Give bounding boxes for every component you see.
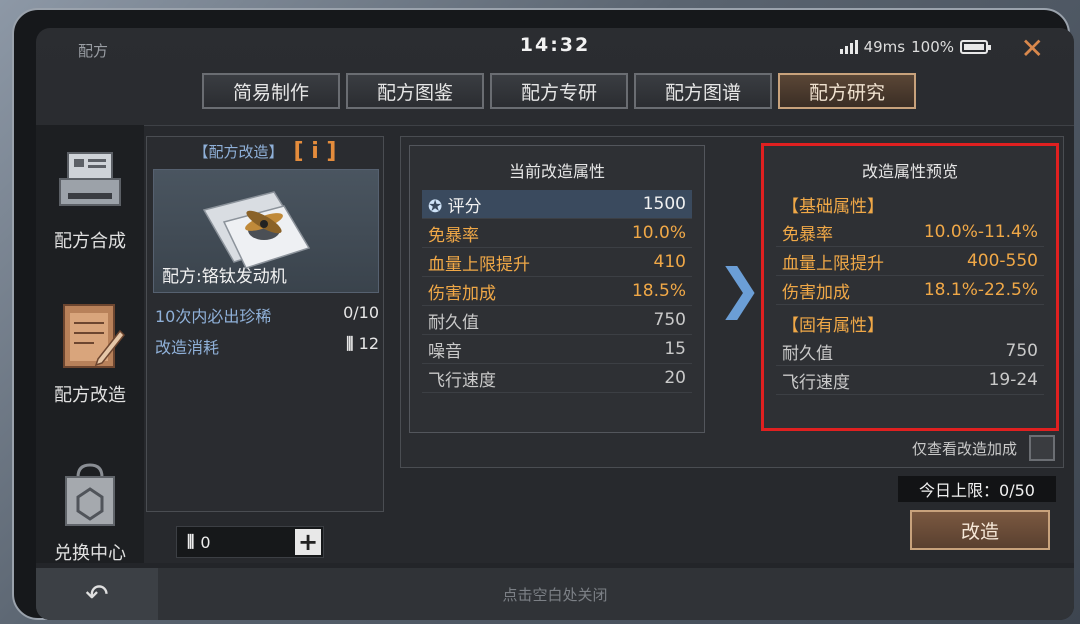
sidebar-item-label: 配方改造	[54, 385, 126, 406]
attr-label: 飞行速度	[782, 372, 850, 393]
attr-value: 410	[653, 252, 686, 272]
bottom-bar: ↶ 点击空白处关闭	[36, 568, 1074, 620]
filter-row: 仅查看改造加成	[912, 435, 1055, 461]
attr-value: 19-24	[988, 370, 1038, 390]
device-bezel: 配方 14:32 49ms 100% ✕ 简易制作 配方图鉴 配方专研 配方图谱…	[12, 8, 1074, 620]
attr-value: 18.5%	[631, 281, 686, 301]
attr-row: 伤害加成 18.1%-22.5%	[776, 276, 1044, 305]
attr-label: 飞行速度	[428, 370, 496, 391]
attr-value: 1500	[642, 194, 686, 214]
info-icon[interactable]: [ i ]	[294, 139, 337, 164]
attr-label: 伤害加成	[428, 283, 496, 304]
attr-label: 免暴率	[428, 225, 479, 246]
attr-row-score: ✪ 评分 1500	[422, 190, 692, 219]
card-title: 【配方改造】	[193, 142, 284, 161]
shopping-bag-icon	[65, 463, 115, 526]
tab-recipe-catalog[interactable]: 配方图鉴	[346, 73, 484, 109]
attr-value: 10.0%	[631, 223, 686, 243]
preview-title: 改造属性预览	[861, 162, 958, 181]
attr-label: 耐久值	[428, 312, 479, 333]
cost-row: 改造消耗 ⫼ 12	[155, 334, 379, 358]
chevron-right-icon: ❯	[717, 257, 763, 320]
test-tube-icon: ⫼	[187, 532, 195, 551]
attribute-area: 当前改造属性 ✪ 评分 1500 免暴率 10.0% 血量上限提升 410 伤害…	[400, 136, 1064, 468]
recipe-name: 配方:铬钛发动机	[162, 267, 287, 287]
filter-label: 仅查看改造加成	[911, 439, 1017, 458]
daily-limit: 今日上限：0/50	[898, 476, 1056, 502]
attr-row: 血量上限提升 410	[422, 248, 692, 277]
close-icon[interactable]: ✕	[1021, 32, 1044, 65]
preview-attributes-panel: 改造属性预览 【基础属性】 免暴率 10.0%-11.4% 血量上限提升 400…	[761, 143, 1059, 431]
cost-label: 改造消耗	[155, 338, 220, 357]
counter-value: 0	[200, 532, 211, 552]
tab-recipe-study[interactable]: 配方专研	[490, 73, 628, 109]
cost-amount: ⫼ 12	[346, 334, 379, 358]
attr-value: 10.0%-11.4%	[923, 222, 1038, 242]
game-screen: 配方 14:32 49ms 100% ✕ 简易制作 配方图鉴 配方专研 配方图谱…	[36, 28, 1074, 620]
device-frame: 配方 14:32 49ms 100% ✕ 简易制作 配方图鉴 配方专研 配方图谱…	[0, 0, 1080, 624]
tab-bar: 简易制作 配方图鉴 配方专研 配方图谱 配方研究	[202, 73, 916, 109]
attr-value: 20	[664, 368, 686, 388]
battery-icon	[960, 40, 991, 54]
attr-row: 耐久值 750	[422, 306, 692, 335]
guarantee-value: 0/10	[343, 303, 379, 322]
attr-value: 750	[1005, 341, 1038, 361]
sidebar-item-exchange[interactable]: 兑换中心	[36, 459, 144, 565]
tab-recipe-research[interactable]: 配方研究	[778, 73, 916, 109]
attr-value: 750	[653, 310, 686, 330]
sidebar: 配方合成 配方改造 兑换中心	[36, 125, 144, 565]
sidebar-item-label: 兑换中心	[54, 543, 126, 564]
tab-recipe-atlas[interactable]: 配方图谱	[634, 73, 772, 109]
current-attributes-panel: 当前改造属性 ✪ 评分 1500 免暴率 10.0% 血量上限提升 410 伤害…	[409, 145, 705, 433]
attr-row: 血量上限提升 400-550	[776, 247, 1044, 276]
attr-row: 噪音 15	[422, 335, 692, 364]
signal-icon	[839, 40, 858, 54]
printer-icon	[59, 152, 121, 206]
attr-row: 免暴率 10.0%	[422, 219, 692, 248]
tab-simple-craft[interactable]: 简易制作	[202, 73, 340, 109]
test-tube-icon: ⫼	[346, 334, 354, 353]
sidebar-item-modify[interactable]: 配方改造	[36, 301, 144, 407]
attr-label: 血量上限提升	[782, 253, 884, 274]
attr-row: 耐久值 750	[776, 337, 1044, 366]
attr-row: 免暴率 10.0%-11.4%	[776, 218, 1044, 247]
attr-label: 噪音	[428, 341, 462, 362]
attr-label: 耐久值	[782, 343, 833, 364]
material-counter: ⫼ 0 +	[176, 526, 324, 558]
base-attributes-tag: 【基础属性】	[782, 197, 884, 217]
recipe-item-image[interactable]: 配方:铬钛发动机	[153, 169, 379, 293]
attr-label: 免暴率	[782, 224, 833, 245]
add-button[interactable]: +	[295, 529, 321, 555]
attr-row: 飞行速度 20	[422, 364, 692, 393]
attr-row: 飞行速度 19-24	[776, 366, 1044, 395]
fixed-attributes-tag: 【固有属性】	[782, 316, 884, 336]
main-panel: 【配方改造】 [ i ] 配方:铬钛发动机 10次内必出珍稀 0/10 改造消耗…	[144, 125, 1074, 563]
ping-text: 49ms	[863, 38, 906, 56]
current-title: 当前改造属性	[508, 162, 605, 181]
attr-value: 18.1%-22.5%	[923, 280, 1038, 300]
attr-label: 血量上限提升	[428, 254, 530, 275]
attr-value: 15	[664, 339, 686, 359]
score-label-wrap: ✪ 评分	[428, 192, 482, 217]
guarantee-label: 10次内必出珍稀	[155, 307, 272, 326]
attr-value: 400-550	[966, 251, 1038, 271]
card-header: 【配方改造】 [ i ]	[147, 137, 383, 165]
status-bar: 49ms 100%	[839, 38, 991, 56]
modify-button[interactable]: 改造	[910, 510, 1050, 550]
star-rating-icon: ✪	[428, 196, 443, 217]
cost-value: 12	[358, 334, 379, 353]
battery-text: 100%	[911, 38, 954, 56]
attr-label: 伤害加成	[782, 282, 850, 303]
sidebar-item-label: 配方合成	[54, 231, 126, 252]
attr-row: 伤害加成 18.5%	[422, 277, 692, 306]
attr-label: 评分	[447, 196, 482, 217]
sidebar-item-synthesis[interactable]: 配方合成	[36, 147, 144, 253]
recipe-card: 【配方改造】 [ i ] 配方:铬钛发动机 10次内必出珍稀 0/10 改造消耗…	[146, 136, 384, 512]
guarantee-row: 10次内必出珍稀 0/10	[155, 303, 379, 327]
notepad-pencil-icon	[63, 304, 126, 368]
filter-checkbox[interactable]	[1029, 435, 1055, 461]
close-hint[interactable]: 点击空白处关闭	[36, 584, 1074, 605]
